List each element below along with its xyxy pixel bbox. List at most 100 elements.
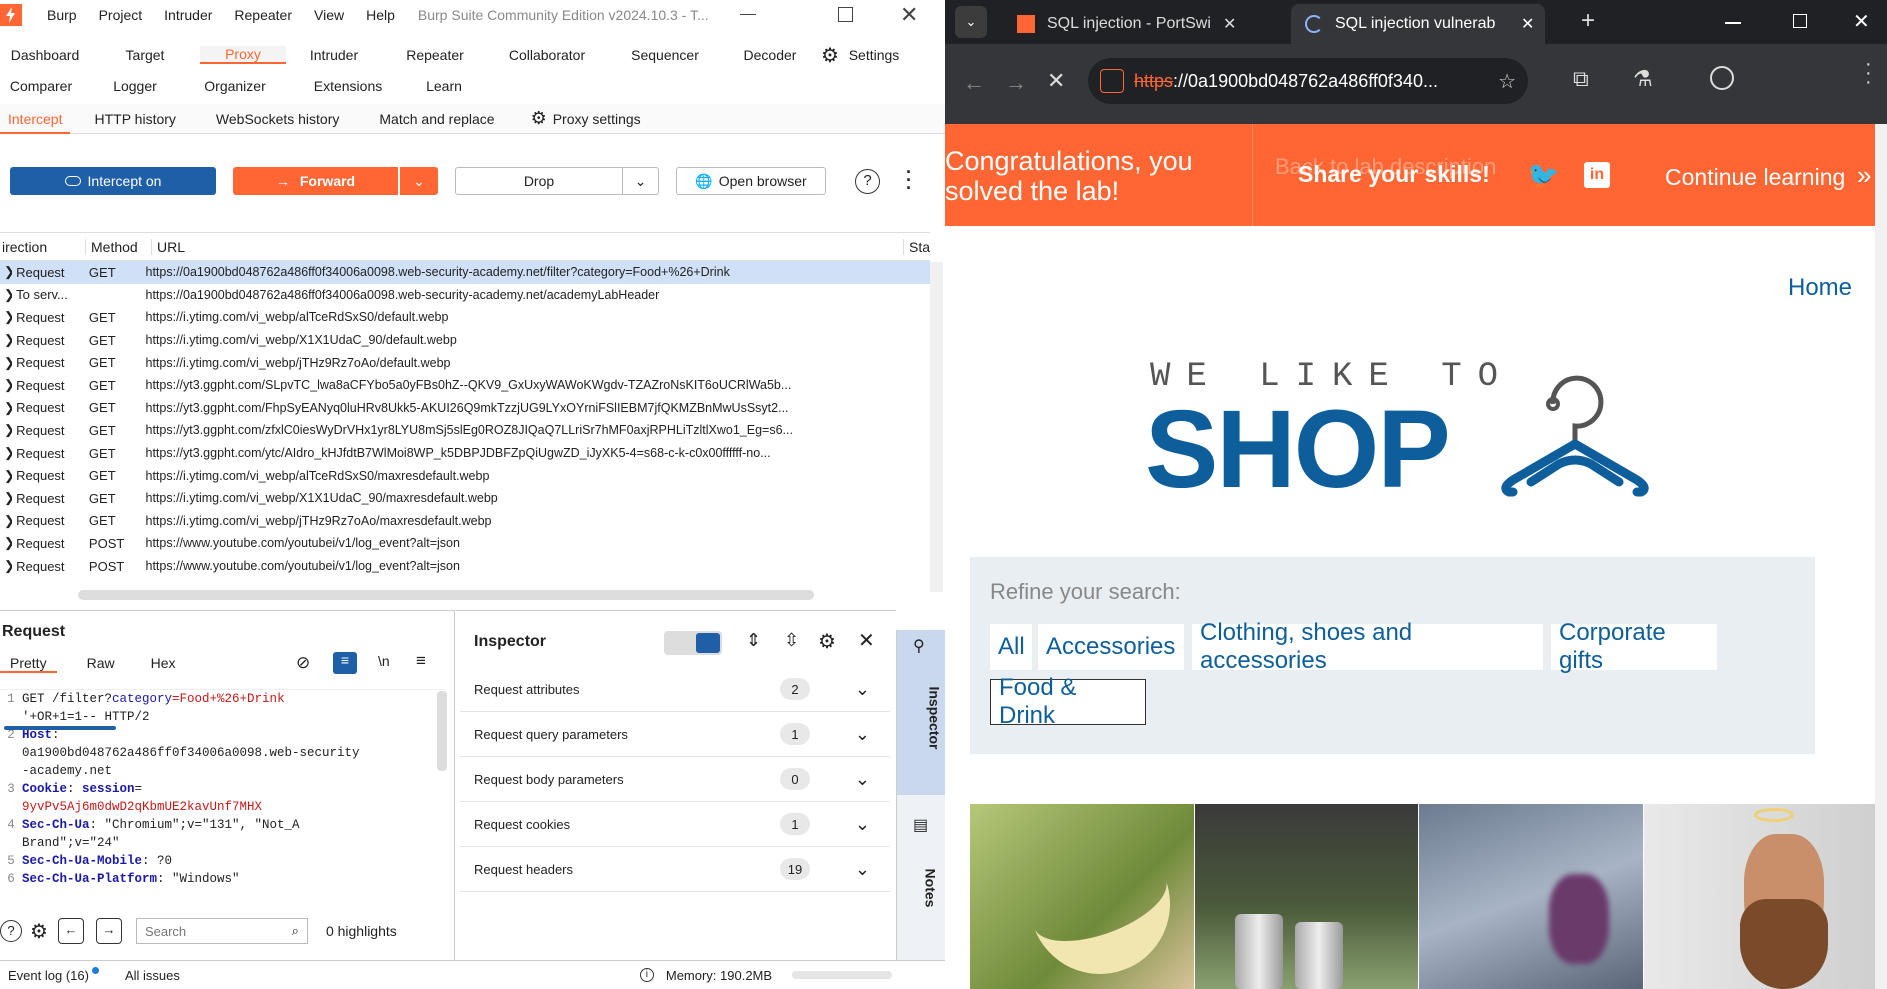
new-tab-icon[interactable]: + (1581, 7, 1595, 35)
tab-collaborator[interactable]: Collaborator (488, 47, 606, 63)
wrap-icon[interactable]: ≡ (333, 652, 357, 674)
product-image-2[interactable] (1194, 804, 1418, 989)
chevron-down-icon[interactable]: ⌄ (855, 724, 870, 745)
product-image-3[interactable] (1419, 804, 1643, 989)
history-hscroll[interactable] (78, 590, 814, 600)
menu-repeater[interactable]: Repeater (223, 7, 303, 23)
table-row[interactable]: ❯Request POST https://www.youtube.com/yout… (0, 532, 930, 555)
tab-decoder[interactable]: Decoder (724, 47, 816, 63)
inspector-section[interactable]: Request headers 19 ⌄ (460, 847, 890, 892)
category-food-drink[interactable]: Food & Drink (990, 674, 1146, 729)
tab-repeater[interactable]: Repeater (382, 47, 488, 63)
tab-dashboard[interactable]: Dashboard (0, 47, 90, 63)
event-log-link[interactable]: Event log (16) (8, 968, 89, 983)
tab-sequencer[interactable]: Sequencer (606, 47, 724, 63)
intercept-toggle-button[interactable]: Intercept on (10, 167, 216, 195)
history-vscroll[interactable] (930, 262, 943, 592)
drop-dropdown-button[interactable]: ⌄ (623, 167, 659, 195)
table-row[interactable]: ❯Request GET https://yt3.ggpht.com/zfxlC0i… (0, 419, 930, 442)
close-icon[interactable]: ✕ (900, 2, 918, 28)
category-accessories[interactable]: Accessories (1038, 624, 1184, 670)
gear-icon[interactable]: ⚙ (818, 629, 836, 654)
table-row[interactable]: ❯Request GET https://i.ytimg.com/vi_webp/j… (0, 351, 930, 374)
address-bar[interactable]: https ://0a1900bd048762a486ff0f340... ☆ (1088, 58, 1528, 104)
col-url[interactable]: URL (152, 238, 904, 255)
help-icon[interactable]: ? (855, 169, 880, 194)
table-row[interactable]: ❯Request GET https://i.ytimg.com/vi_webp/a… (0, 306, 930, 329)
browser-tab-1[interactable]: SQL injection - PortSwi ✕ (1017, 4, 1247, 44)
back-icon[interactable]: ← (963, 70, 985, 96)
newline-icon[interactable]: \n (378, 653, 390, 669)
collapse-icon[interactable]: ⇳ (784, 630, 799, 651)
forward-dropdown-button[interactable]: ⌄ (400, 167, 438, 195)
table-row[interactable]: ❯Request GET https://i.ytimg.com/vi_webp/a… (0, 464, 930, 487)
tab-http-history[interactable]: HTTP history (70, 111, 199, 127)
table-row[interactable]: ❯Request GET https://i.ytimg.com/vi_webp/X… (0, 329, 930, 352)
twitter-icon[interactable]: 🐦 (1527, 160, 1559, 191)
chevron-down-icon[interactable]: ⌄ (855, 679, 870, 700)
extensions-icon[interactable]: ⧉ (1573, 66, 1589, 92)
tab-intercept[interactable]: Intercept (0, 104, 71, 134)
notes-icon[interactable]: ▤ (913, 815, 928, 835)
browser-menu-icon[interactable]: · · · (1865, 54, 1872, 92)
tab-settings[interactable]: Settings (844, 47, 904, 63)
minimize-icon[interactable] (1725, 22, 1741, 24)
tab-target[interactable]: Target (90, 47, 200, 63)
tab-proxy[interactable]: Proxy (200, 46, 286, 64)
tab-organizer[interactable]: Organizer (188, 78, 282, 94)
hide-icon[interactable]: ⊘ (296, 653, 310, 673)
category-corporate-gifts[interactable]: Corporate gifts (1551, 619, 1717, 674)
site-info-icon[interactable] (1100, 69, 1124, 93)
back-icon[interactable]: ← (57, 918, 84, 944)
table-row[interactable]: ❯Request GET https://yt3.ggpht.com/ytc/AId… (0, 442, 930, 465)
continue-learning-link[interactable]: Continue learning (1665, 164, 1845, 191)
layout-active-icon[interactable] (696, 633, 720, 653)
stop-icon[interactable]: ✕ (1047, 68, 1065, 94)
inspector-section[interactable]: Request body parameters 0 ⌄ (460, 757, 890, 802)
minimize-icon[interactable] (740, 14, 756, 15)
close-icon[interactable]: ✕ (858, 628, 875, 653)
page-vscroll[interactable] (1875, 124, 1887, 989)
chevron-down-icon[interactable]: ⌄ (855, 814, 870, 835)
col-direction[interactable]: irection (0, 238, 86, 255)
menu-view[interactable]: View (303, 7, 355, 23)
tab-pretty[interactable]: Pretty (0, 655, 57, 673)
gear-icon[interactable]: ⚙ (30, 919, 48, 944)
menu-intruder[interactable]: Intruder (153, 7, 223, 23)
expand-icon[interactable]: ⇕ (746, 630, 761, 651)
inspector-side-tab[interactable]: ⚲ Inspector (897, 630, 945, 795)
tab-comparer[interactable]: Comparer (0, 78, 82, 94)
forward-button[interactable]: → Forward (233, 167, 398, 195)
maximize-icon[interactable] (1793, 14, 1807, 28)
chevron-down-icon[interactable]: ⌄ (855, 769, 870, 790)
tab-search-icon[interactable]: ⌄ (955, 6, 987, 38)
inspector-section[interactable]: Request query parameters 1 ⌄ (460, 712, 890, 757)
tab-websockets-history[interactable]: WebSockets history (200, 111, 355, 127)
table-row[interactable]: ❯Request GET https://i.ytimg.com/vi_webp/j… (0, 510, 930, 533)
tab-intruder[interactable]: Intruder (286, 47, 382, 63)
star-icon[interactable]: ☆ (1498, 69, 1516, 94)
more-options-icon[interactable]: · · · (906, 163, 912, 197)
browser-tab-active[interactable]: SQL injection vulnerab ✕ (1291, 4, 1545, 44)
category-clothing[interactable]: Clothing, shoes and accessories (1192, 619, 1543, 674)
profile-icon[interactable] (1710, 66, 1734, 90)
proxy-settings-link[interactable]: Proxy settings (553, 111, 641, 127)
inspector-section[interactable]: Request attributes 2 ⌄ (460, 667, 890, 712)
help-icon[interactable]: ? (0, 920, 22, 942)
tab-raw[interactable]: Raw (57, 655, 141, 673)
gear-icon[interactable]: ⚙ (531, 108, 547, 129)
gear-icon[interactable]: ⚙ (816, 43, 844, 68)
forward-icon[interactable]: → (1005, 70, 1027, 96)
home-link[interactable]: Home (1788, 274, 1852, 302)
col-status[interactable]: Sta (904, 239, 930, 255)
menu-project[interactable]: Project (88, 7, 154, 23)
product-image-1[interactable] (970, 804, 1194, 989)
menu-burp[interactable]: Burp (36, 7, 88, 23)
forward-icon[interactable]: → (95, 918, 122, 944)
tab-hex[interactable]: Hex (141, 655, 186, 673)
tab-match-replace[interactable]: Match and replace (355, 111, 518, 127)
table-row[interactable]: ❯Request GET https://yt3.ggpht.com/FhpSyEA… (0, 397, 930, 420)
search-input[interactable]: Search (145, 924, 186, 939)
linkedin-icon[interactable]: in (1584, 162, 1610, 188)
category-all[interactable]: All (990, 624, 1032, 670)
